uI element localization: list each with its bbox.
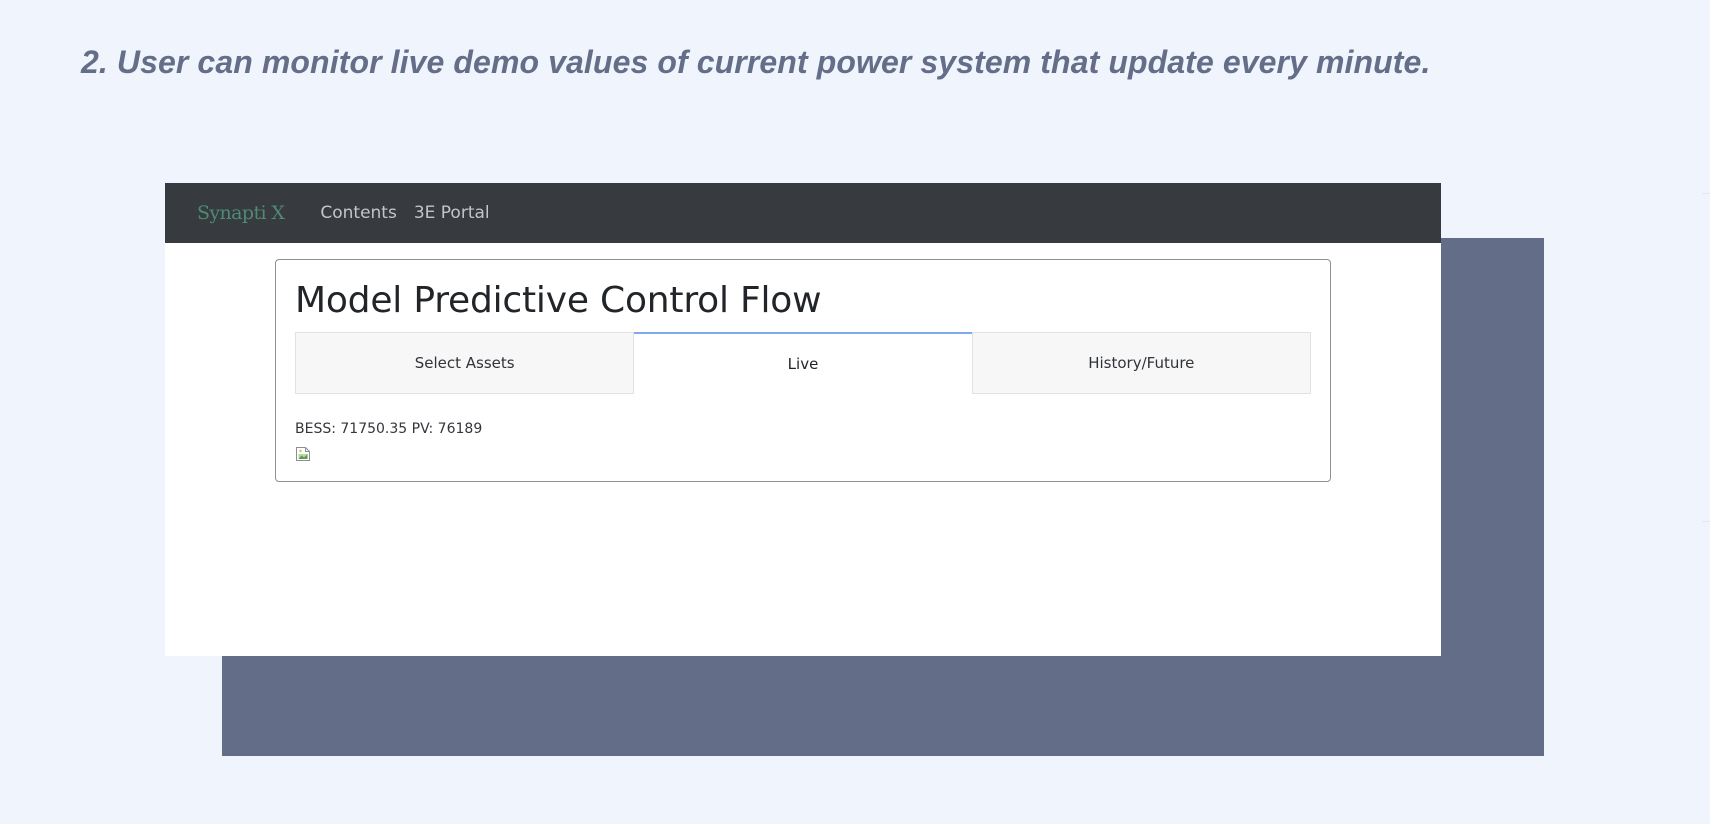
app-screenshot: Synapti X Contents 3E Portal Model Predi… <box>165 183 1441 656</box>
tab-bar: Select Assets Live History/Future <box>295 332 1311 394</box>
mpc-flow-card: Model Predictive Control Flow Select Ass… <box>275 259 1331 482</box>
tab-live[interactable]: Live <box>634 332 972 394</box>
brand-logo[interactable]: Synapti X <box>197 202 285 224</box>
tab-history-future[interactable]: History/Future <box>971 332 1311 394</box>
edge-divider <box>1702 193 1710 194</box>
page-title: Model Predictive Control Flow <box>295 280 822 321</box>
slide-caption: 2. User can monitor live demo values of … <box>81 44 1431 80</box>
live-values-readout: BESS: 71750.35 PV: 76189 <box>295 421 483 437</box>
nav-link-contents[interactable]: Contents <box>320 203 396 223</box>
nav-link-3e-portal[interactable]: 3E Portal <box>414 203 490 223</box>
top-navbar: Synapti X Contents 3E Portal <box>165 183 1441 243</box>
edge-divider <box>1702 521 1710 522</box>
tab-select-assets[interactable]: Select Assets <box>295 332 635 394</box>
broken-image-icon <box>296 447 310 461</box>
